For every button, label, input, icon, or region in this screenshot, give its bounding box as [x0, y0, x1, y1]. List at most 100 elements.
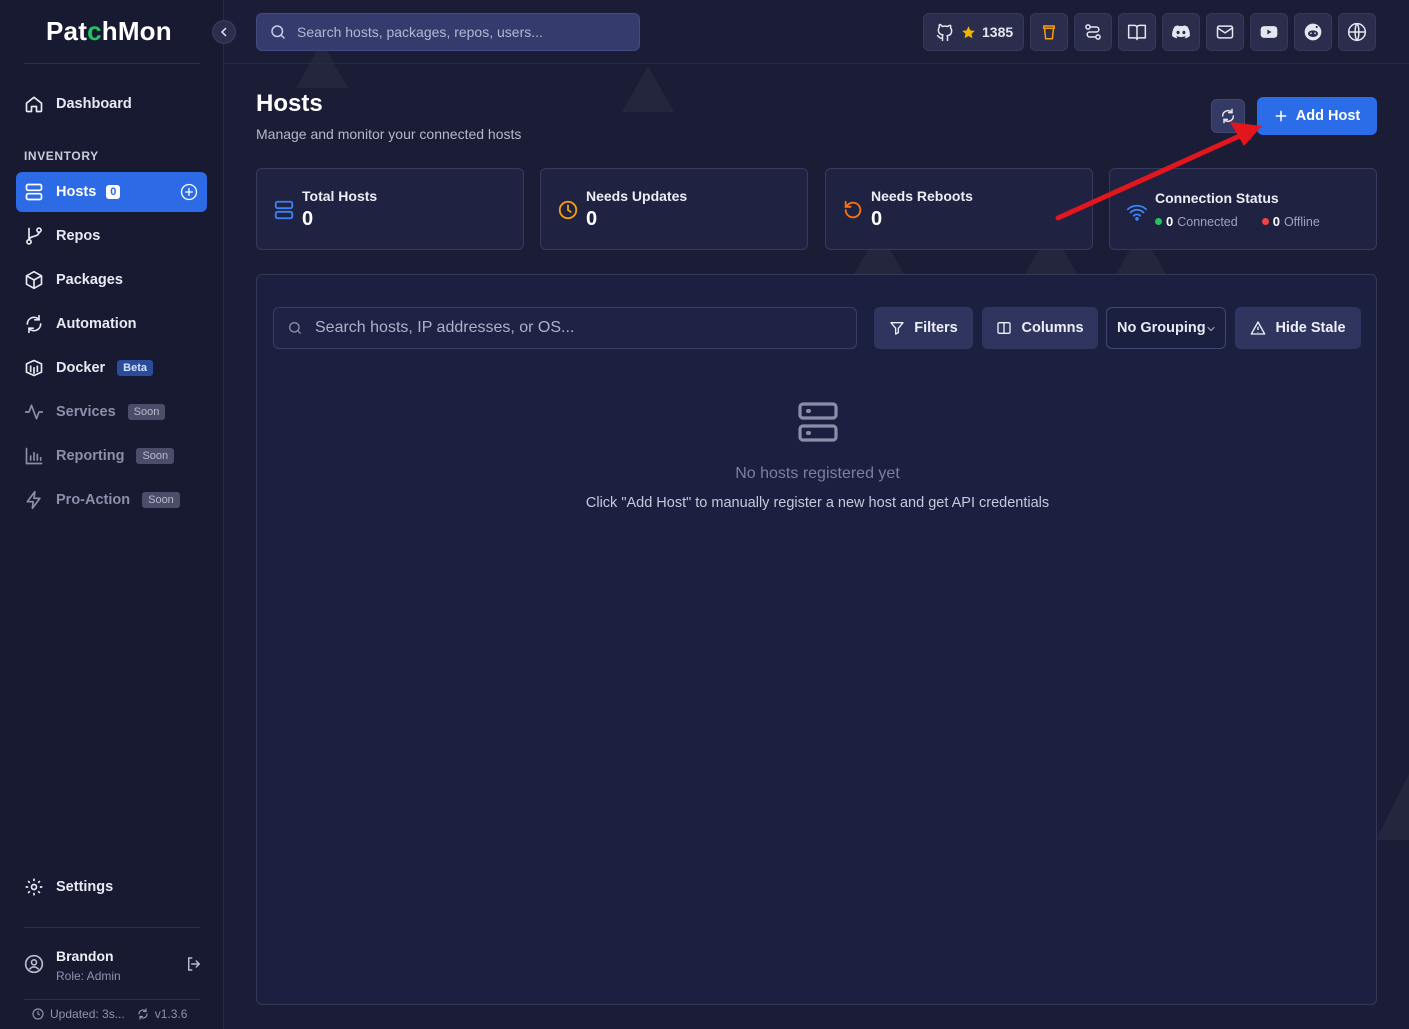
- star-icon: [961, 25, 976, 40]
- add-host-button[interactable]: Add Host: [1257, 97, 1377, 135]
- server-icon: [794, 398, 842, 446]
- grouping-value: No Grouping: [1117, 320, 1206, 336]
- stat-card-needs-reboots[interactable]: Needs Reboots 0: [825, 168, 1093, 250]
- container-icon: [24, 358, 44, 378]
- stat-card-connection-status[interactable]: Connection Status 0 Connected 0 Offline: [1109, 168, 1377, 250]
- sidebar-item-packages[interactable]: Packages: [16, 260, 207, 300]
- discord-button[interactable]: [1162, 13, 1200, 51]
- warning-icon: [1250, 320, 1266, 336]
- sync-icon[interactable]: [137, 1008, 149, 1020]
- clock-icon: [557, 199, 579, 221]
- user-profile[interactable]: Brandon Role: Admin: [24, 946, 204, 986]
- sidebar-item-services[interactable]: Services Soon: [16, 392, 207, 432]
- hosts-count-badge: 0: [106, 185, 121, 199]
- sidebar-item-label: Packages: [56, 272, 123, 288]
- git-branch-icon: [24, 226, 44, 246]
- soon-badge: Soon: [127, 404, 166, 420]
- rotate-icon: [842, 199, 864, 221]
- top-bar: Search hosts, packages, repos, users... …: [224, 0, 1409, 64]
- discord-icon: [1171, 22, 1191, 42]
- reddit-button[interactable]: [1294, 13, 1332, 51]
- sidebar-item-dashboard[interactable]: Dashboard: [16, 84, 207, 124]
- background-shape: [622, 66, 674, 112]
- youtube-icon: [1259, 22, 1279, 42]
- sidebar-item-settings[interactable]: Settings: [16, 867, 207, 907]
- documentation-button[interactable]: [1118, 13, 1156, 51]
- hosts-table-panel: Search hosts, IP addresses, or OS... Fil…: [256, 274, 1377, 1005]
- server-icon: [24, 182, 44, 202]
- activity-icon: [24, 402, 44, 422]
- github-stars-button[interactable]: 1385: [923, 13, 1024, 51]
- sidebar-item-label: Repos: [56, 228, 101, 244]
- roadmap-button[interactable]: [1074, 13, 1112, 51]
- sidebar-item-automation[interactable]: Automation: [16, 304, 207, 344]
- stat-label: Needs Updates: [586, 188, 688, 204]
- globe-icon: [1347, 22, 1367, 42]
- global-search-placeholder: Search hosts, packages, repos, users...: [297, 24, 543, 40]
- reddit-icon: [1303, 22, 1323, 42]
- global-search-input[interactable]: Search hosts, packages, repos, users...: [256, 13, 640, 51]
- soon-badge: Soon: [136, 448, 175, 464]
- sidebar-item-hosts[interactable]: Hosts 0: [16, 172, 207, 212]
- refresh-button[interactable]: [1211, 99, 1245, 133]
- sidebar-item-label: Docker: [56, 360, 106, 376]
- empty-state-message: Click "Add Host" to manually register a …: [585, 495, 1050, 511]
- stat-value: 0: [871, 208, 883, 230]
- coffee-icon: [1040, 23, 1058, 41]
- stat-value: 0: [586, 208, 598, 230]
- wifi-icon: [1126, 201, 1148, 223]
- app-logo: PatchMon: [46, 16, 172, 46]
- updated-text: Updated: 3s...: [50, 1007, 125, 1021]
- clock-icon: [32, 1008, 44, 1020]
- add-host-label: Add Host: [1295, 108, 1361, 124]
- stat-label: Total Hosts: [302, 188, 378, 204]
- sidebar-item-label: Settings: [56, 879, 114, 895]
- search-icon: [287, 320, 303, 336]
- columns-icon: [996, 320, 1012, 336]
- sidebar-item-label: Services: [56, 404, 116, 420]
- chevron-down-icon: [1205, 323, 1217, 335]
- website-button[interactable]: [1338, 13, 1376, 51]
- bar-chart-icon: [24, 446, 44, 466]
- columns-label: Columns: [1021, 320, 1084, 336]
- filters-button[interactable]: Filters: [874, 307, 973, 349]
- youtube-button[interactable]: [1250, 13, 1288, 51]
- divider: [24, 999, 200, 1000]
- buy-coffee-button[interactable]: [1030, 13, 1068, 51]
- hosts-search-placeholder: Search hosts, IP addresses, or OS...: [315, 319, 575, 336]
- email-button[interactable]: [1206, 13, 1244, 51]
- logout-icon[interactable]: [185, 955, 203, 973]
- search-icon: [269, 23, 287, 41]
- divider: [24, 63, 200, 64]
- sidebar-item-docker[interactable]: Docker Beta: [16, 348, 207, 388]
- offline-dot: [1261, 218, 1269, 225]
- roadmap-icon: [1083, 22, 1103, 42]
- sidebar-collapse-button[interactable]: [212, 20, 236, 44]
- hosts-search-input[interactable]: Search hosts, IP addresses, or OS...: [273, 307, 857, 349]
- hide-stale-button[interactable]: Hide Stale: [1235, 307, 1361, 349]
- version-text: v1.3.6: [154, 1007, 188, 1021]
- connected-label: Connected: [1177, 214, 1238, 229]
- package-icon: [24, 270, 44, 290]
- user-name: Brandon: [56, 948, 114, 964]
- offline-label: Offline: [1283, 214, 1320, 229]
- sidebar-item-repos[interactable]: Repos: [16, 216, 207, 256]
- stat-card-total-hosts[interactable]: Total Hosts 0: [256, 168, 524, 250]
- plus-icon: [1274, 109, 1288, 123]
- section-label-inventory: INVENTORY: [24, 149, 99, 163]
- sidebar-item-pro-action[interactable]: Pro-Action Soon: [16, 480, 207, 520]
- sidebar-item-reporting[interactable]: Reporting Soon: [16, 436, 207, 476]
- stat-label: Connection Status: [1155, 190, 1279, 206]
- add-circle-icon[interactable]: [179, 182, 199, 202]
- sidebar-item-label: Pro-Action: [56, 492, 131, 508]
- connection-summary: 0 Connected 0 Offline: [1155, 214, 1320, 229]
- grouping-select[interactable]: No Grouping: [1106, 307, 1226, 349]
- update-status: Updated: 3s... v1.3.6: [32, 1007, 187, 1021]
- logo-area: PatchMon: [0, 0, 224, 64]
- divider: [24, 927, 200, 928]
- stat-value: 0: [302, 208, 314, 230]
- page-subtitle: Manage and monitor your connected hosts: [256, 126, 522, 142]
- sidebar-item-label: Automation: [56, 316, 137, 332]
- stat-card-needs-updates[interactable]: Needs Updates 0: [540, 168, 808, 250]
- columns-button[interactable]: Columns: [982, 307, 1098, 349]
